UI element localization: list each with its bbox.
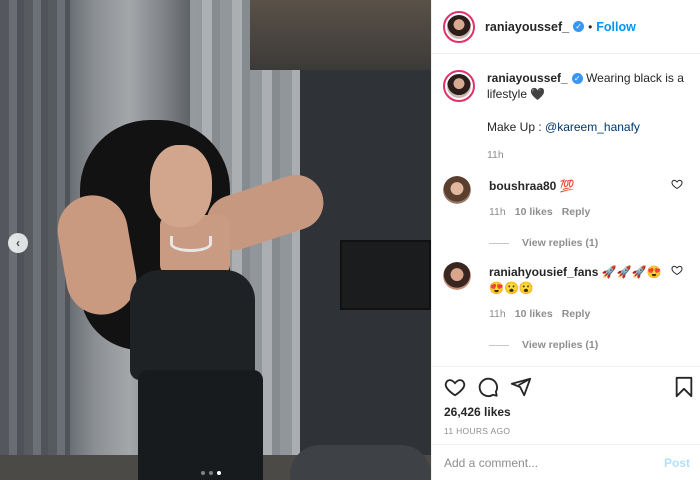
model-necklace: [170, 236, 212, 252]
reply-button[interactable]: Reply: [562, 204, 591, 220]
replies-divider: [489, 242, 509, 244]
comment-input[interactable]: [444, 455, 664, 470]
author-avatar[interactable]: [443, 10, 475, 43]
post-side-panel: raniayoussef_ ✓ • Follow raniayoussef_ ✓ …: [431, 0, 700, 480]
comment-likes[interactable]: 10 likes: [515, 306, 553, 322]
dress-bottom: [138, 370, 263, 480]
carousel-dot: [209, 471, 213, 475]
bookmark-icon[interactable]: [673, 376, 695, 398]
comment-item: raniahyousief_fans 🚀🚀🚀😍😍😮😮 11h 10 likes …: [443, 262, 699, 353]
post-time-ago[interactable]: 11 HOURS AGO: [444, 426, 510, 436]
caption-avatar[interactable]: [443, 70, 475, 102]
post-comment-button[interactable]: Post: [664, 456, 690, 470]
comment-icon[interactable]: [477, 376, 499, 398]
post-photo[interactable]: ‹: [0, 0, 431, 480]
replies-divider: [489, 344, 509, 346]
carousel-prev-button[interactable]: ‹: [8, 233, 28, 253]
commenter-avatar[interactable]: [443, 262, 471, 290]
comment-heart-icon[interactable]: [671, 264, 683, 276]
comment-text: 💯: [559, 179, 575, 193]
author-username[interactable]: raniayoussef_: [485, 20, 569, 34]
likes-count[interactable]: 26,426 likes: [444, 405, 511, 419]
post-caption: raniayoussef_ ✓ Wearing black is a lifest…: [443, 70, 693, 163]
carousel-dot-active: [217, 471, 221, 475]
caption-username[interactable]: raniayoussef_: [487, 71, 568, 85]
heart-icon[interactable]: [444, 376, 466, 398]
post-actions: 26,426 likes 11 HOURS AGO: [432, 366, 700, 444]
comment-likes[interactable]: 10 likes: [515, 204, 553, 220]
post-header: raniayoussef_ ✓ • Follow: [432, 0, 700, 54]
comment-item: boushraa80 💯 11h 10 likes Reply View rep…: [443, 176, 699, 251]
ceiling: [250, 0, 431, 70]
carousel-dot: [201, 471, 205, 475]
view-replies-button[interactable]: View replies (1): [489, 235, 669, 251]
comment-timestamp[interactable]: 11h: [489, 306, 506, 322]
chevron-left-icon: ‹: [16, 236, 20, 250]
makeup-credit-label: Make Up :: [487, 120, 546, 134]
dress-top: [130, 270, 255, 380]
add-comment-bar: Post: [432, 444, 700, 480]
view-replies-button[interactable]: View replies (1): [489, 337, 669, 353]
commenter-avatar[interactable]: [443, 176, 471, 204]
verified-icon: ✓: [571, 73, 583, 85]
share-icon[interactable]: [510, 376, 532, 398]
commenter-username[interactable]: raniahyousief_fans: [489, 265, 598, 279]
wall-tv: [340, 240, 431, 310]
verified-icon: ✓: [573, 21, 585, 32]
makeup-mention-link[interactable]: @kareem_hanafy: [545, 120, 640, 134]
caption-timestamp[interactable]: 11h: [487, 147, 693, 163]
comment-heart-icon[interactable]: [671, 178, 683, 190]
model-face: [150, 145, 212, 227]
chair: [290, 445, 431, 480]
commenter-username[interactable]: boushraa80: [489, 179, 556, 193]
carousel-dots: [201, 471, 221, 475]
comment-timestamp[interactable]: 11h: [489, 204, 506, 220]
view-replies-label: View replies (1): [522, 339, 599, 351]
reply-button[interactable]: Reply: [562, 306, 591, 322]
follow-button[interactable]: Follow: [596, 20, 636, 34]
separator-dot: •: [588, 19, 593, 34]
comments-list[interactable]: raniayoussef_ ✓ Wearing black is a lifest…: [432, 54, 700, 366]
view-replies-label: View replies (1): [522, 237, 599, 249]
